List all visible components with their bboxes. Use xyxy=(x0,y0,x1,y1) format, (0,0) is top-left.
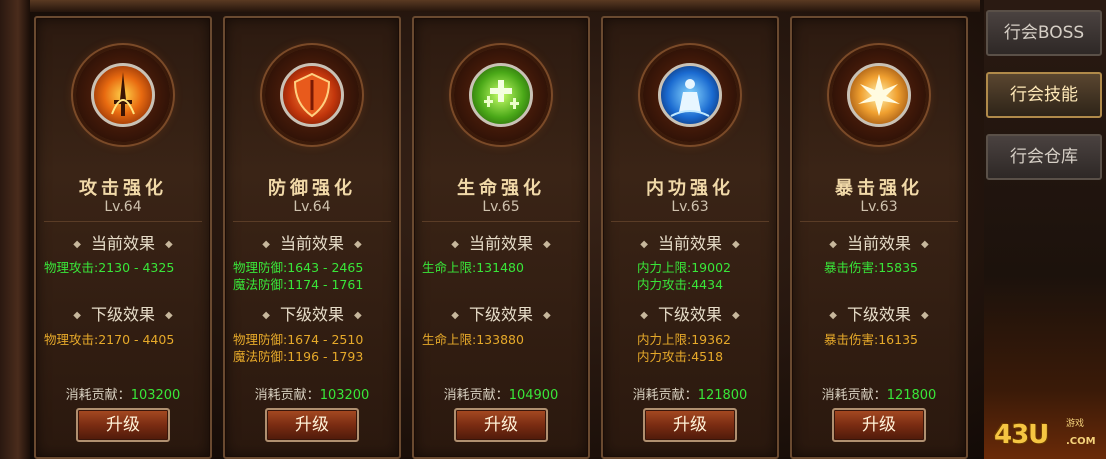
skill-name: 生命强化 xyxy=(457,178,545,199)
next-effect-title: ◆ 下级效果 ◆ xyxy=(73,305,173,324)
meditating-figure-icon xyxy=(658,63,722,127)
skill-level: Lv.65 xyxy=(482,199,520,215)
divider xyxy=(800,221,958,222)
shield-icon xyxy=(280,63,344,127)
tab-guild-skills[interactable]: 行会技能 xyxy=(986,72,1102,118)
tab-guild-boss[interactable]: 行会BOSS xyxy=(986,10,1102,56)
emblem-ring xyxy=(643,48,737,142)
next-effect-title: ◆ 下级效果 ◆ xyxy=(262,305,362,324)
current-effect-title: ◆ 当前效果 ◆ xyxy=(829,234,929,253)
side-tabs: 行会BOSS 行会技能 行会仓库 xyxy=(984,0,1106,459)
upgrade-button[interactable]: 升级 xyxy=(643,408,737,442)
next-stat: 物理攻击:2170 - 4405 xyxy=(44,332,175,347)
logo-domain: .COM xyxy=(1066,436,1096,447)
current-stat: 暴击伤害:15835 xyxy=(824,260,918,275)
next-stat: 魔法防御:1196 - 1793 xyxy=(233,349,364,364)
divider xyxy=(611,221,769,222)
top-frame xyxy=(30,0,980,12)
emblem-ring xyxy=(832,48,926,142)
emblem-ring xyxy=(76,48,170,142)
divider xyxy=(233,221,391,222)
next-effect-title: ◆ 下级效果 ◆ xyxy=(451,305,551,324)
skill-name: 防御强化 xyxy=(268,178,356,199)
current-effect-title: ◆ 当前效果 ◆ xyxy=(73,234,173,253)
logo-small: 游戏 xyxy=(1066,419,1085,429)
skill-level: Lv.63 xyxy=(860,199,898,215)
next-stat: 内力攻击:4518 xyxy=(637,349,724,364)
current-stat: 物理攻击:2130 - 4325 xyxy=(44,260,175,275)
skill-name: 内功强化 xyxy=(646,178,734,199)
current-effect-title: ◆ 当前效果 ◆ xyxy=(451,234,551,253)
current-effect-title: ◆ 当前效果 ◆ xyxy=(640,234,740,253)
emblem-ring xyxy=(265,48,359,142)
emblem-ring xyxy=(454,48,548,142)
upgrade-button[interactable]: 升级 xyxy=(454,408,548,442)
next-effect-title: ◆ 下级效果 ◆ xyxy=(640,305,740,324)
current-stat: 内力攻击:4434 xyxy=(637,277,724,292)
skill-level: Lv.64 xyxy=(104,199,142,215)
skill-cards: 攻击强化 Lv.64 ◆ 当前效果 ◆ 物理攻击:2130 - 4325 ◆ 下级效果… xyxy=(34,12,974,459)
upgrade-button[interactable]: 升级 xyxy=(832,408,926,442)
current-stat: 生命上限:131480 xyxy=(422,260,524,275)
skill-level: Lv.64 xyxy=(293,199,331,215)
skill-level: Lv.63 xyxy=(671,199,709,215)
upgrade-button[interactable]: 升级 xyxy=(265,408,359,442)
skill-card-life: 生命强化 Lv.65 ◆ 当前效果 ◆ 生命上限:131480 ◆ 下级效果 ◆ 生命上… xyxy=(412,16,590,459)
skill-name: 攻击强化 xyxy=(79,178,167,199)
skill-card-attack: 攻击强化 Lv.64 ◆ 当前效果 ◆ 物理攻击:2130 - 4325 ◆ 下级效果… xyxy=(34,16,212,459)
next-stat: 暴击伤害:16135 xyxy=(824,332,918,347)
skill-card-critical: 暴击强化 Lv.63 ◆ 当前效果 ◆ 暴击伤害:15835 ◆ 下级效果 ◆ 暴击伤害… xyxy=(790,16,968,459)
cost: 消耗贡献：121800 xyxy=(821,388,937,403)
divider xyxy=(44,221,202,222)
cost: 消耗贡献：104900 xyxy=(443,388,559,403)
skill-card-inner-power: 内功强化 Lv.63 ◆ 当前效果 ◆ 内力上限:19002 内力攻击:4434 ◆… xyxy=(601,16,779,459)
site-logo: 43U 游戏 .COM xyxy=(994,414,1104,454)
cost: 消耗贡献：103200 xyxy=(254,388,370,403)
divider xyxy=(422,221,580,222)
next-effect-title: ◆ 下级效果 ◆ xyxy=(829,305,929,324)
upgrade-button[interactable]: 升级 xyxy=(76,408,170,442)
current-effect-title: ◆ 当前效果 ◆ xyxy=(262,234,362,253)
left-frame xyxy=(0,0,30,459)
skill-card-defense: 防御强化 Lv.64 ◆ 当前效果 ◆ 物理防御:1643 - 2465 魔法防御:… xyxy=(223,16,401,459)
flaming-sword-icon xyxy=(91,63,155,127)
current-stat: 魔法防御:1174 - 1761 xyxy=(233,277,364,292)
healing-plus-icon xyxy=(469,63,533,127)
next-stat: 生命上限:133880 xyxy=(422,332,524,347)
cost: 消耗贡献：121800 xyxy=(632,388,748,403)
cost: 消耗贡献：103200 xyxy=(65,388,181,403)
logo-main: 43U xyxy=(994,420,1049,450)
burst-explosion-icon xyxy=(847,63,911,127)
skill-name: 暴击强化 xyxy=(835,178,923,199)
tab-guild-warehouse[interactable]: 行会仓库 xyxy=(986,134,1102,180)
